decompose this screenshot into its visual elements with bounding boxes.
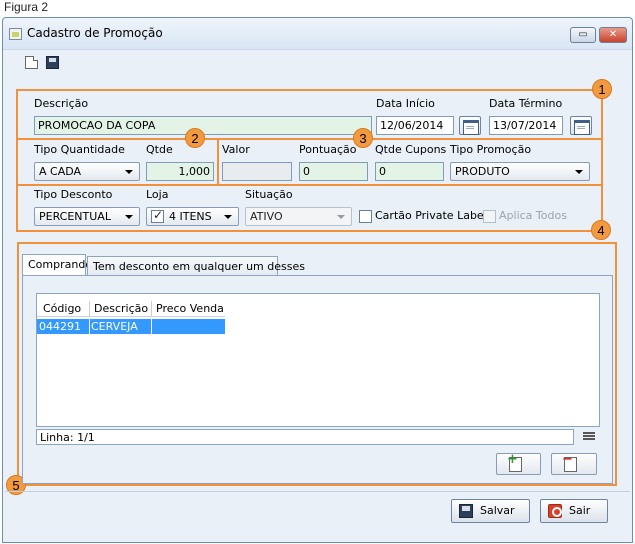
tipo-promocao-value: PRODUTO xyxy=(455,165,510,178)
descricao-label: Descrição xyxy=(34,97,89,110)
tipo-promocao-select[interactable]: PRODUTO xyxy=(450,162,590,181)
close-button[interactable]: ✕ xyxy=(599,27,627,43)
callout-line-row1 xyxy=(18,138,601,140)
remove-document-icon[interactable] xyxy=(551,452,597,475)
data-termino-label: Data Término xyxy=(489,97,563,110)
chevron-down-icon xyxy=(224,215,232,219)
tab-tem-desconto[interactable]: Tem desconto em qualquer um desses xyxy=(87,256,305,276)
loja-label: Loja xyxy=(146,188,169,201)
qtde-cupons-label: Qtde Cupons xyxy=(375,143,447,156)
chevron-down-icon xyxy=(125,170,133,174)
figure-caption: Figura 2 xyxy=(4,0,49,14)
data-termino-input[interactable]: 13/07/2014 xyxy=(489,116,563,135)
minimize-button[interactable]: ▭ xyxy=(570,27,596,43)
cell-descricao: CERVEJA xyxy=(91,320,138,333)
calendar-icon[interactable] xyxy=(459,116,481,135)
save-button-label: Salvar xyxy=(480,504,515,517)
cell-divider xyxy=(89,319,90,334)
loja-checkbox[interactable]: ✓ xyxy=(151,208,164,223)
chevron-down-icon xyxy=(125,215,133,219)
column-header-descricao[interactable]: Descrição xyxy=(94,302,148,315)
checkmark-icon: ✓ xyxy=(153,208,164,222)
valor-label: Valor xyxy=(222,143,250,156)
situacao-label: Situação xyxy=(245,188,293,201)
table-header: Código Descrição Preco Venda xyxy=(37,299,225,317)
products-table[interactable]: Código Descrição Preco Venda 044291 CERV… xyxy=(36,293,600,427)
tipo-quantidade-value: A CADA xyxy=(39,165,82,178)
callout-line-divider xyxy=(217,139,219,185)
column-divider xyxy=(151,301,152,316)
calendar-icon[interactable] xyxy=(570,116,592,135)
hamburger-menu-icon[interactable] xyxy=(583,432,595,434)
valor-input[interactable] xyxy=(222,162,292,181)
cell-codigo: 044291 xyxy=(39,320,81,333)
power-icon xyxy=(548,504,562,518)
window-title: Cadastro de Promoção xyxy=(27,26,163,40)
add-document-icon[interactable] xyxy=(496,452,541,475)
tipo-promocao-label: Tipo Promoção xyxy=(450,143,532,156)
cartao-private-label-text: Cartão Private Label xyxy=(375,209,487,222)
title-bar[interactable]: Cadastro de Promoção ▭ ✕ xyxy=(3,18,632,50)
tipo-desconto-label: Tipo Desconto xyxy=(34,188,113,201)
tag-app-icon xyxy=(9,28,22,40)
situacao-value: ATIVO xyxy=(250,210,283,223)
chevron-down-icon xyxy=(575,170,583,174)
qtde-label: Qtde xyxy=(146,143,173,156)
data-inicio-input[interactable]: 12/06/2014 xyxy=(376,116,454,135)
qtde-input[interactable]: 1,000 xyxy=(146,162,214,181)
column-header-preco[interactable]: Preco Venda xyxy=(156,302,224,315)
save-button[interactable]: Salvar xyxy=(451,499,530,523)
footer-separator xyxy=(5,491,630,492)
tipo-quantidade-label: Tipo Quantidade xyxy=(34,143,125,156)
data-inicio-label: Data Início xyxy=(376,97,435,110)
tipo-desconto-value: PERCENTUAL xyxy=(39,210,111,223)
callout-line-row2 xyxy=(18,184,601,186)
aplica-todos-text: Aplica Todos xyxy=(499,209,567,222)
table-row[interactable]: 044291 CERVEJA xyxy=(37,319,225,334)
callout-badge-4: 4 xyxy=(591,220,611,240)
qtde-cupons-input[interactable]: 0 xyxy=(375,162,444,181)
callout-badge-3: 3 xyxy=(353,128,373,148)
column-divider xyxy=(89,301,90,316)
callout-badge-1: 1 xyxy=(592,79,612,99)
loja-select[interactable]: ✓ 4 ITENS xyxy=(146,207,239,226)
tab-comprando[interactable]: Comprando xyxy=(22,254,92,276)
exit-button-label: Sair xyxy=(569,504,591,517)
chevron-down-icon xyxy=(337,215,345,219)
cell-divider xyxy=(151,319,152,334)
loja-value: 4 ITENS xyxy=(169,210,212,223)
aplica-todos-checkbox[interactable] xyxy=(483,210,496,223)
situacao-select[interactable]: ATIVO xyxy=(245,207,352,226)
column-header-codigo[interactable]: Código xyxy=(43,302,81,315)
floppy-disk-icon[interactable] xyxy=(46,56,59,69)
new-document-icon[interactable] xyxy=(25,56,38,69)
tipo-quantidade-select[interactable]: A CADA xyxy=(34,162,140,181)
row-status: Linha: 1/1 xyxy=(36,429,574,445)
pontuacao-input[interactable]: 0 xyxy=(299,162,368,181)
callout-badge-2: 2 xyxy=(185,128,205,148)
promotion-window: Cadastro de Promoção ▭ ✕ Descrição Data … xyxy=(2,17,633,543)
cartao-private-label-checkbox[interactable] xyxy=(359,210,372,223)
exit-button[interactable]: Sair xyxy=(540,499,608,523)
tipo-desconto-select[interactable]: PERCENTUAL xyxy=(34,207,140,226)
pontuacao-label: Pontuação xyxy=(299,143,357,156)
floppy-disk-icon xyxy=(459,504,473,518)
